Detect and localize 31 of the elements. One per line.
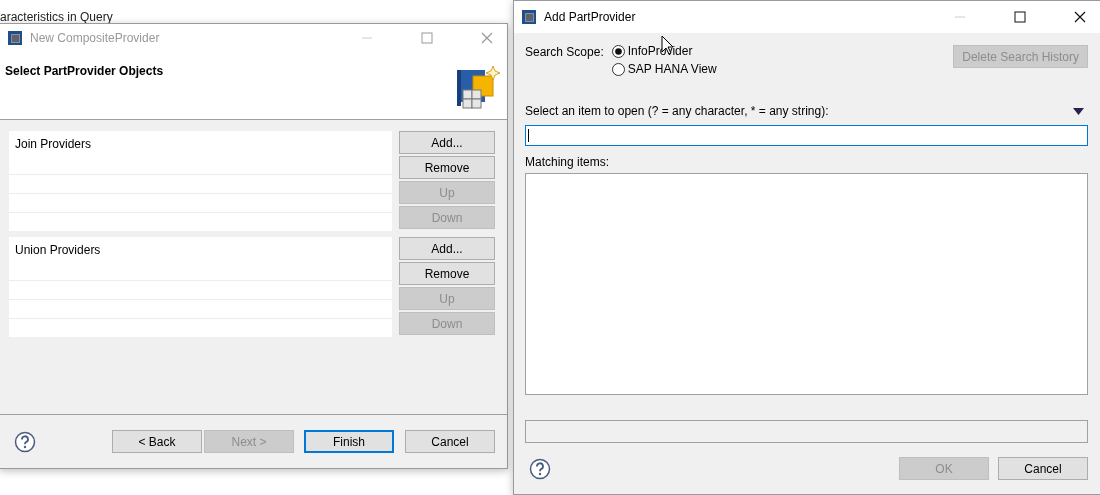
provider-list[interactable]: Union Providers bbox=[9, 237, 392, 337]
window-title: New CompositeProvider bbox=[30, 31, 161, 45]
close-icon[interactable] bbox=[1074, 11, 1086, 23]
page-heading: Select PartProvider Objects bbox=[5, 64, 164, 80]
search-field[interactable] bbox=[525, 125, 1088, 146]
radio-button[interactable] bbox=[611, 62, 625, 76]
radio-label[interactable]: InfoProvider bbox=[627, 44, 693, 58]
help-icon[interactable] bbox=[529, 457, 551, 480]
dialog-button[interactable]: Cancel bbox=[998, 457, 1088, 480]
app-icon bbox=[8, 31, 22, 45]
list-button[interactable]: Add... bbox=[399, 131, 495, 154]
wizard-button[interactable]: Cancel bbox=[405, 430, 495, 453]
list-label: Union Providers bbox=[14, 242, 101, 257]
wizard-button[interactable]: < Back bbox=[112, 430, 202, 453]
field-label: Search Scope: bbox=[525, 45, 604, 59]
list-button[interactable]: Remove bbox=[399, 262, 495, 285]
help-icon[interactable] bbox=[14, 430, 36, 453]
provider-list[interactable]: Join Providers bbox=[9, 131, 392, 231]
maximize-icon[interactable] bbox=[1014, 11, 1026, 23]
wizard-button[interactable]: Finish bbox=[304, 430, 394, 453]
field-label: Select an item to open (? = any character, * = any string): bbox=[525, 104, 829, 118]
radio-label[interactable]: SAP HANA View bbox=[627, 62, 717, 76]
list-button[interactable]: Add... bbox=[399, 237, 495, 260]
app-icon bbox=[522, 10, 536, 24]
background-text: aracteristics in Query bbox=[0, 10, 113, 24]
dropdown-caret-icon[interactable] bbox=[1073, 107, 1084, 115]
field-label: Matching items: bbox=[525, 155, 611, 169]
list-button[interactable]: Remove bbox=[399, 156, 495, 179]
window-title: Add PartProvider bbox=[544, 10, 637, 24]
radio-button[interactable] bbox=[611, 44, 625, 58]
list-label: Join Providers bbox=[14, 136, 92, 151]
